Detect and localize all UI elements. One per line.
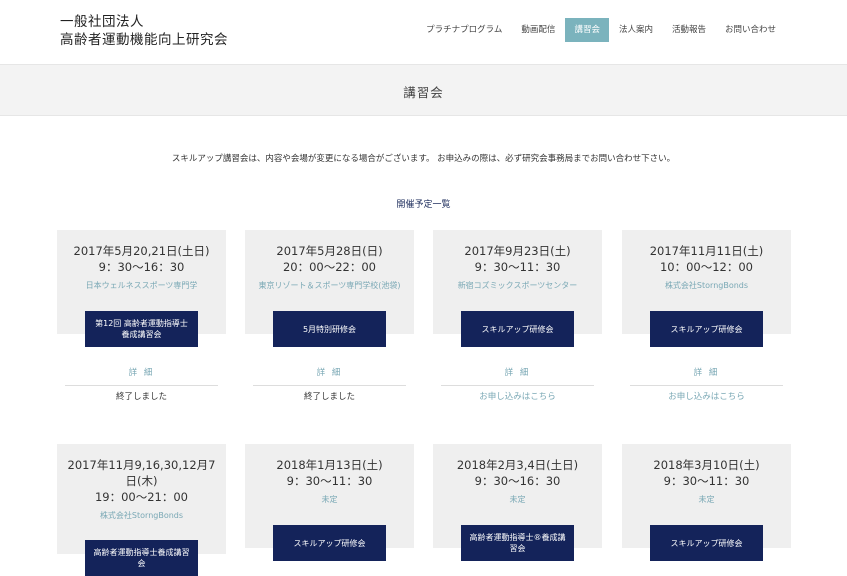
event-time: 9：30〜11：30 xyxy=(286,474,373,488)
site-logo[interactable]: 一般社団法人 高齢者運動機能向上研究会 xyxy=(60,13,228,49)
event-time: 20：00〜22：00 xyxy=(282,260,377,274)
logo-line-1: 一般社団法人 xyxy=(60,14,144,30)
event-date: 2018年3月10日(土) xyxy=(653,458,760,472)
event-time: 9：30〜16：30 xyxy=(98,260,185,274)
event-title-button[interactable]: スキルアップ研修会 xyxy=(650,311,763,347)
event-date: 2017年5月28日(日) xyxy=(276,244,383,258)
event-card: 2017年11月11日(土) 10：00〜12：00 株式会社StorngBon… xyxy=(622,230,791,402)
event-card: 2018年2月3,4日(土日) 9：30〜16：30 未定 高齢者運動指導士®養… xyxy=(433,444,602,561)
page-title-band: 講習会 xyxy=(0,64,847,116)
event-detail-link[interactable]: 詳 細 xyxy=(253,366,406,386)
event-venue: 未定 xyxy=(321,495,338,504)
nav-item-contact[interactable]: お問い合わせ xyxy=(716,18,785,42)
event-card: 2018年3月10日(土) 9：30〜11：30 未定 スキルアップ研修会 xyxy=(622,444,791,561)
event-venue: 未定 xyxy=(698,495,715,504)
event-detail-link[interactable]: 詳 細 xyxy=(65,366,218,386)
section-heading: 開催予定一覧 xyxy=(396,200,451,210)
event-title-button[interactable]: スキルアップ研修会 xyxy=(273,525,386,561)
event-date: 2017年11月11日(土) xyxy=(649,244,764,258)
event-card: 2017年5月28日(日) 20：00〜22：00 東京リゾート＆スポーツ専門学… xyxy=(245,230,414,402)
event-venue: 未定 xyxy=(509,495,526,504)
event-detail-link[interactable]: 詳 細 xyxy=(441,366,594,386)
event-venue: 株式会社StorngBonds xyxy=(99,511,184,520)
logo-line-2: 高齢者運動機能向上研究会 xyxy=(60,32,228,48)
site-header: 一般社団法人 高齢者運動機能向上研究会 プラチナプログラム 動画配信 講習会 法… xyxy=(0,0,847,64)
event-title-button[interactable]: スキルアップ研修会 xyxy=(461,311,574,347)
event-card: 2017年5月20,21日(土日) 9：30〜16：30 日本ウェルネススポーツ… xyxy=(57,230,226,402)
event-title-button[interactable]: 5月特別研修会 xyxy=(273,311,386,347)
nav-item-video[interactable]: 動画配信 xyxy=(512,18,564,42)
event-date: 2017年9月23日(土) xyxy=(464,244,571,258)
event-venue: 株式会社StorngBonds xyxy=(664,281,749,290)
page-title: 講習会 xyxy=(403,85,444,100)
nav-item-platinum-program[interactable]: プラチナプログラム xyxy=(417,18,511,42)
event-time: 10：00〜12：00 xyxy=(659,260,754,274)
event-apply-link[interactable]: お申し込みはこちら xyxy=(622,390,791,402)
event-time: 9：30〜16：30 xyxy=(474,474,561,488)
event-date: 2017年5月20,21日(土日) xyxy=(73,244,210,258)
event-title-button[interactable]: 高齢者運動指導士®養成講習会 xyxy=(461,525,574,561)
event-venue: 東京リゾート＆スポーツ専門学校(池袋) xyxy=(258,281,401,290)
event-venue: 新宿コズミックスポーツセンター xyxy=(457,281,578,290)
event-title-button[interactable]: 高齢者運動指導士養成講習会 xyxy=(85,540,198,576)
event-card-info: 2017年11月9,16,30,12月7日(木) 19：00〜21：00 株式会… xyxy=(57,444,226,554)
event-card: 2017年11月9,16,30,12月7日(木) 19：00〜21：00 株式会… xyxy=(57,444,226,576)
event-venue: 日本ウェルネススポーツ専門学 xyxy=(85,281,198,290)
event-date: 2017年11月9,16,30,12月7日(木) xyxy=(67,458,216,488)
event-status: 終了しました xyxy=(115,392,167,402)
event-time: 9：30〜11：30 xyxy=(474,260,561,274)
event-date: 2018年2月3,4日(土日) xyxy=(456,458,579,472)
nav-item-seminars[interactable]: 講習会 xyxy=(565,18,609,42)
event-time: 9：30〜11：30 xyxy=(663,474,750,488)
event-title-button[interactable]: 第12回 高齢者運動指導士養成講習会 xyxy=(85,311,198,347)
intro-text: スキルアップ講習会は、内容や会場が変更になる場合がございます。 お申込みの際は、… xyxy=(171,154,676,164)
nav-item-about[interactable]: 法人案内 xyxy=(610,18,662,42)
nav-item-activity-report[interactable]: 活動報告 xyxy=(663,18,715,42)
event-apply-link[interactable]: お申し込みはこちら xyxy=(433,390,602,402)
event-time: 19：00〜21：00 xyxy=(94,490,189,504)
main-nav: プラチナプログラム 動画配信 講習会 法人案内 活動報告 お問い合わせ xyxy=(416,18,785,42)
event-card: 2017年9月23日(土) 9：30〜11：30 新宿コズミックスポーツセンター… xyxy=(433,230,602,402)
event-status: 終了しました xyxy=(303,392,355,402)
event-date: 2018年1月13日(土) xyxy=(276,458,383,472)
event-title-button[interactable]: スキルアップ研修会 xyxy=(650,525,763,561)
event-card: 2018年1月13日(土) 9：30〜11：30 未定 スキルアップ研修会 xyxy=(245,444,414,561)
event-detail-link[interactable]: 詳 細 xyxy=(630,366,783,386)
